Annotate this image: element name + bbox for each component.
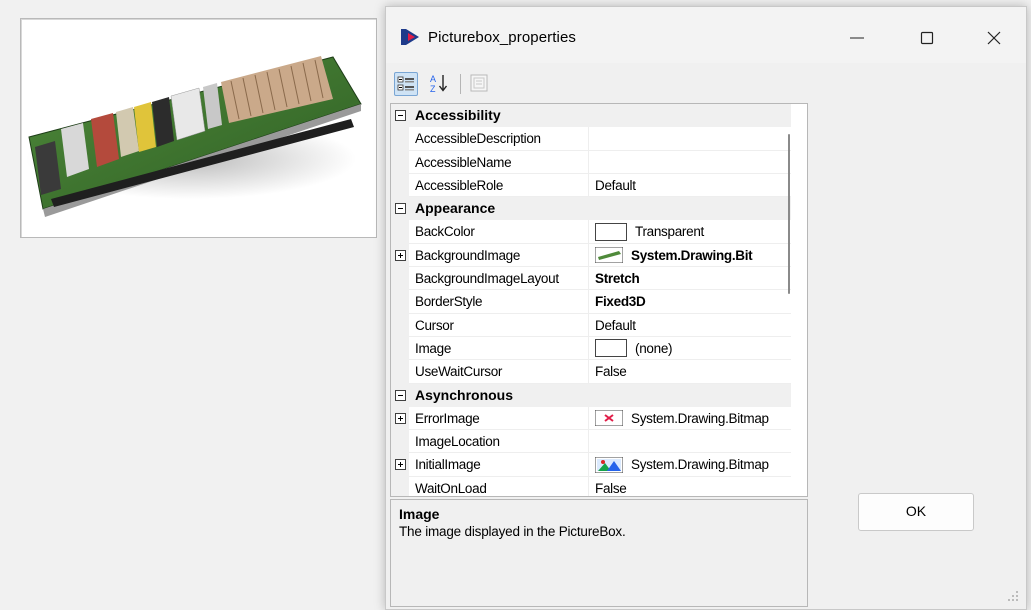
- property-row[interactable]: UseWaitCursor False: [391, 360, 791, 384]
- toolbar-separator: [460, 74, 461, 94]
- property-name: Image: [409, 336, 589, 361]
- alphabetical-button[interactable]: A Z: [428, 72, 450, 94]
- property-row[interactable]: Cursor Default: [391, 313, 791, 337]
- svg-text:A: A: [430, 74, 436, 84]
- property-row[interactable]: BorderStyle Fixed3D: [391, 290, 791, 314]
- property-row[interactable]: WaitOnLoad False: [391, 476, 791, 496]
- resize-grip-icon[interactable]: [1006, 589, 1020, 603]
- error-image-icon: [595, 410, 623, 427]
- property-name: ImageLocation: [409, 430, 589, 454]
- property-row[interactable]: ErrorImage System.Drawing.Bitmap: [391, 406, 791, 431]
- property-name: BackColor: [409, 220, 589, 244]
- property-value[interactable]: Transparent: [589, 220, 791, 244]
- board-thumbnail-icon: [595, 247, 623, 264]
- description-title: Image: [399, 506, 440, 522]
- property-value[interactable]: System.Drawing.Bitmap: [589, 407, 791, 431]
- property-row[interactable]: BackgroundImageLayout Stretch: [391, 267, 791, 291]
- collapse-icon[interactable]: [395, 110, 406, 121]
- title-bar: Picturebox_properties: [386, 7, 1026, 63]
- property-name: BackgroundImageLayout: [409, 267, 589, 291]
- property-value[interactable]: Stretch: [589, 267, 791, 291]
- property-value[interactable]: [589, 127, 791, 151]
- maximize-button[interactable]: [904, 17, 950, 57]
- category-asynchronous[interactable]: Asynchronous: [391, 383, 791, 407]
- property-value[interactable]: Default: [589, 314, 791, 337]
- picturebox-preview: [20, 18, 377, 238]
- property-name: AccessibleName: [409, 150, 589, 174]
- property-name: InitialImage: [409, 453, 589, 477]
- property-pages-button[interactable]: [468, 72, 490, 94]
- property-row[interactable]: BackColor Transparent: [391, 220, 791, 244]
- property-value[interactable]: (none): [589, 337, 791, 361]
- property-value[interactable]: Default: [589, 174, 791, 198]
- close-icon: [987, 31, 1001, 45]
- category-appearance[interactable]: Appearance: [391, 197, 791, 221]
- maximize-icon: [920, 31, 934, 45]
- categorized-icon: [397, 76, 414, 91]
- property-value[interactable]: [589, 430, 791, 454]
- property-row[interactable]: ImageLocation: [391, 430, 791, 454]
- property-row[interactable]: AccessibleDescription: [391, 127, 791, 151]
- expand-icon[interactable]: [395, 459, 406, 471]
- circuit-board-image: [26, 56, 362, 217]
- expand-icon[interactable]: [395, 249, 406, 261]
- property-value[interactable]: [589, 151, 791, 174]
- property-row[interactable]: AccessibleName: [391, 150, 791, 174]
- property-row[interactable]: InitialImage System.Drawing.Bitmap: [391, 453, 791, 477]
- expand-icon[interactable]: [395, 412, 406, 424]
- property-value[interactable]: False: [589, 360, 791, 384]
- svg-text:Z: Z: [430, 84, 436, 94]
- empty-image-icon: [595, 339, 627, 358]
- property-row[interactable]: BackgroundImage System.Drawing.Bit: [391, 243, 791, 268]
- property-name: BackgroundImage: [409, 243, 589, 268]
- property-name: WaitOnLoad: [409, 476, 589, 496]
- app-logo-icon: [401, 29, 419, 45]
- description-panel: Image The image displayed in the Picture…: [390, 499, 808, 607]
- window-title: Picturebox_properties: [428, 29, 577, 46]
- close-button[interactable]: [971, 17, 1017, 57]
- minimize-button[interactable]: [834, 17, 880, 57]
- minimize-icon: [850, 37, 864, 39]
- categorized-button[interactable]: [394, 72, 418, 96]
- property-grid[interactable]: Accessibility AccessibleDescription Acce…: [390, 103, 808, 497]
- property-value[interactable]: System.Drawing.Bit: [589, 244, 791, 268]
- ok-button[interactable]: OK: [858, 493, 974, 531]
- description-text: The image displayed in the PictureBox.: [399, 524, 626, 539]
- sort-az-icon: A Z: [430, 74, 448, 94]
- property-value[interactable]: False: [589, 477, 791, 496]
- property-name: AccessibleDescription: [409, 127, 589, 151]
- color-swatch-icon: [595, 222, 627, 241]
- properties-dialog: Picturebox_properties A Z Accessibility …: [385, 6, 1027, 610]
- collapse-icon[interactable]: [395, 389, 406, 401]
- property-name: ErrorImage: [409, 406, 589, 431]
- vertical-scrollbar[interactable]: [788, 134, 790, 294]
- property-name: AccessibleRole: [409, 173, 589, 198]
- property-name: Cursor: [409, 313, 589, 337]
- property-pages-icon: [470, 74, 488, 92]
- property-grid-toolbar: A Z: [390, 69, 790, 99]
- initial-image-icon: [595, 456, 623, 473]
- property-value[interactable]: System.Drawing.Bitmap: [589, 453, 791, 477]
- collapse-icon[interactable]: [395, 203, 406, 215]
- property-name: BorderStyle: [409, 290, 589, 314]
- category-accessibility[interactable]: Accessibility: [391, 104, 791, 128]
- property-row[interactable]: Image (none): [391, 336, 791, 361]
- property-value[interactable]: Fixed3D: [589, 290, 791, 314]
- property-row[interactable]: AccessibleRole Default: [391, 173, 791, 198]
- property-name: UseWaitCursor: [409, 360, 589, 384]
